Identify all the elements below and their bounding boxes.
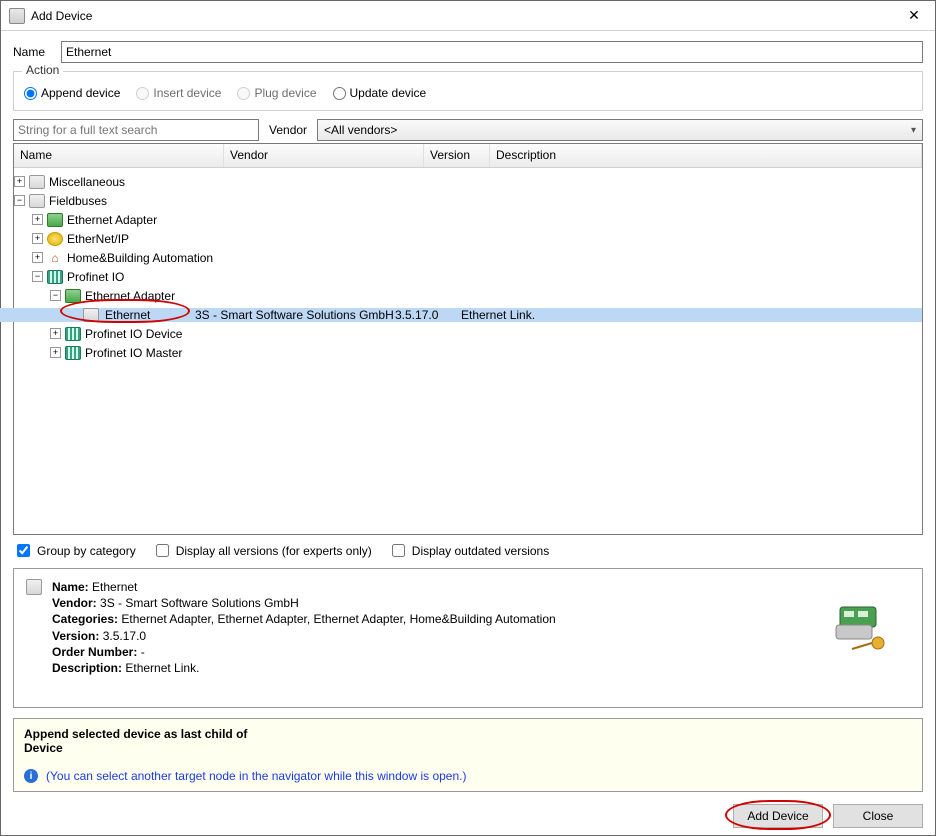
msg-panel: Append selected device as last child of … (13, 718, 923, 792)
radio-plug-input (237, 87, 250, 100)
chk-display-outdated-input[interactable] (392, 544, 405, 557)
device-image-icon (832, 601, 892, 653)
expand-icon[interactable]: + (14, 176, 25, 187)
window-icon (9, 8, 25, 24)
folder-icon (29, 194, 45, 208)
expand-icon[interactable]: + (32, 252, 43, 263)
vendor-combo-value: <All vendors> (324, 123, 397, 137)
action-group: Action Append device Insert device Plug … (13, 71, 923, 111)
detail-thumbnail (814, 579, 910, 675)
tree-node-eth-adapter-2[interactable]: −Ethernet Adapter (50, 286, 922, 305)
profinet-icon (47, 270, 63, 284)
table-header: Name Vendor Version Description (14, 144, 922, 168)
tree-node-home-building[interactable]: +⌂Home&Building Automation (32, 248, 922, 267)
window-close-button[interactable]: ✕ (901, 5, 927, 27)
window-title: Add Device (31, 9, 901, 23)
expand-icon[interactable]: + (32, 233, 43, 244)
chk-display-outdated[interactable]: Display outdated versions (388, 541, 549, 560)
vendor-combo[interactable]: <All vendors> ▾ (317, 119, 923, 141)
radio-update-input[interactable] (333, 87, 346, 100)
expand-icon[interactable]: + (50, 347, 61, 358)
detail-order: - (141, 645, 145, 659)
titlebar: Add Device ✕ (1, 1, 935, 31)
profinet-icon (65, 327, 81, 341)
options-row: Group by category Display all versions (… (13, 541, 923, 560)
detail-vendor: 3S - Smart Software Solutions GmbH (100, 596, 299, 610)
col-vendor[interactable]: Vendor (224, 144, 424, 167)
device-icon (83, 308, 99, 322)
radio-plug: Plug device (237, 86, 316, 100)
ethernet-adapter-icon (47, 213, 63, 227)
msg-info-text: (You can select another target node in t… (46, 769, 466, 783)
chevron-down-icon: ▾ (911, 125, 916, 136)
radio-insert-input (136, 87, 149, 100)
chk-group-by-category[interactable]: Group by category (13, 541, 136, 560)
name-label: Name (13, 45, 53, 59)
detail-device-icon (26, 579, 42, 595)
chk-group-by-category-input[interactable] (17, 544, 30, 557)
add-device-button[interactable]: Add Device (733, 804, 823, 828)
profinet-icon (65, 346, 81, 360)
vendor-label: Vendor (269, 123, 307, 137)
msg-headline: Append selected device as last child of (24, 727, 912, 741)
device-tree[interactable]: + Miscellaneous − Fieldbuses +Ethernet A… (14, 168, 922, 366)
folder-icon (29, 175, 45, 189)
chk-display-all[interactable]: Display all versions (for experts only) (152, 541, 372, 560)
tree-node-ethernet-ip[interactable]: +EtherNet/IP (32, 229, 922, 248)
button-row: Add Device Close (13, 804, 923, 828)
col-description[interactable]: Description (490, 144, 922, 167)
info-icon: i (24, 769, 38, 783)
expand-icon[interactable]: + (50, 328, 61, 339)
collapse-icon[interactable]: − (14, 195, 25, 206)
detail-description: Ethernet Link. (125, 661, 199, 675)
tree-leaf-name: Ethernet (103, 308, 195, 322)
col-version[interactable]: Version (424, 144, 490, 167)
device-table: Name Vendor Version Description + Miscel… (13, 143, 923, 535)
tree-leaf-version: 3.5.17.0 (395, 308, 461, 322)
expand-icon[interactable]: + (32, 214, 43, 225)
detail-version: 3.5.17.0 (103, 629, 146, 643)
collapse-icon[interactable]: − (32, 271, 43, 282)
tree-node-pn-master[interactable]: +Profinet IO Master (50, 343, 922, 362)
home-icon: ⌂ (47, 251, 63, 265)
tree-node-miscellaneous[interactable]: + Miscellaneous (14, 172, 922, 191)
add-device-dialog: Add Device ✕ Name Action Append device I… (0, 0, 936, 836)
tree-node-pn-device[interactable]: +Profinet IO Device (50, 324, 922, 343)
detail-panel: Name: Ethernet Vendor: 3S - Smart Softwa… (13, 568, 923, 708)
detail-categories: Ethernet Adapter, Ethernet Adapter, Ethe… (121, 612, 555, 626)
tree-node-profinet-io[interactable]: −Profinet IO (32, 267, 922, 286)
search-input[interactable] (13, 119, 259, 141)
collapse-icon[interactable]: − (50, 290, 61, 301)
radio-append-input[interactable] (24, 87, 37, 100)
ethernet-adapter-icon (65, 289, 81, 303)
tree-node-fieldbuses[interactable]: − Fieldbuses (14, 191, 922, 210)
ethernet-ip-icon (47, 232, 63, 246)
radio-insert: Insert device (136, 86, 221, 100)
tree-node-ethernet[interactable]: Ethernet 3S - Smart Software Solutions G… (68, 305, 922, 324)
tree-leaf-description: Ethernet Link. (461, 308, 922, 322)
radio-update[interactable]: Update device (333, 86, 427, 100)
tree-node-eth-adapter[interactable]: +Ethernet Adapter (32, 210, 922, 229)
action-legend: Action (22, 63, 63, 77)
col-name[interactable]: Name (14, 144, 224, 167)
tree-leaf-vendor: 3S - Smart Software Solutions GmbH (195, 308, 395, 322)
name-input[interactable] (61, 41, 923, 63)
close-button[interactable]: Close (833, 804, 923, 828)
chk-display-all-input[interactable] (156, 544, 169, 557)
detail-name: Ethernet (92, 580, 137, 594)
msg-target: Device (24, 741, 912, 755)
radio-append[interactable]: Append device (24, 86, 120, 100)
